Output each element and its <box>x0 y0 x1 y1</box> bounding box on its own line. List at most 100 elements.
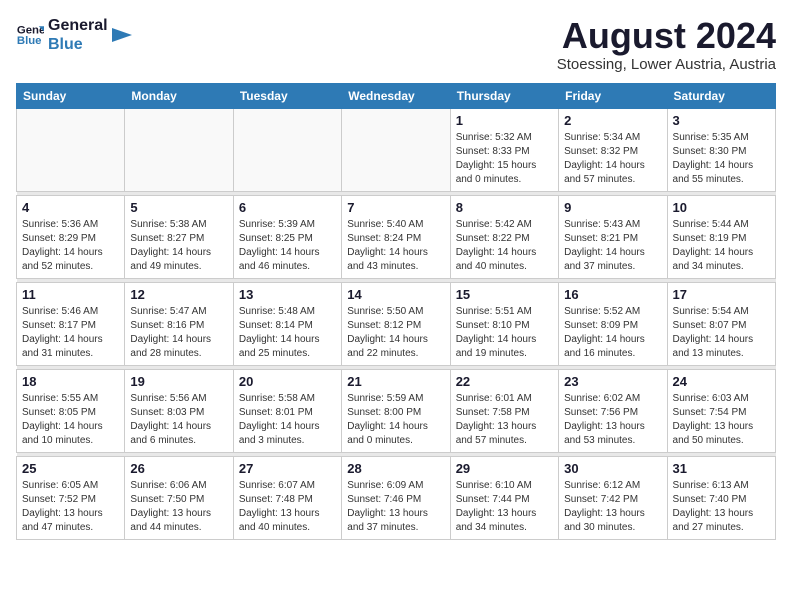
logo-blue: Blue <box>48 35 108 54</box>
day-info: Sunrise: 5:59 AM Sunset: 8:00 PM Dayligh… <box>347 392 444 448</box>
day-number: 28 <box>347 461 444 476</box>
day-number: 10 <box>673 200 770 215</box>
page-header: General Blue General Blue August 2024 St… <box>16 16 776 73</box>
header-wednesday: Wednesday <box>342 83 450 108</box>
calendar-cell-w1-d5: 1 Sunrise: 5:32 AM Sunset: 8:33 PM Daylig… <box>450 108 558 191</box>
day-info: Sunrise: 5:39 AM Sunset: 8:25 PM Dayligh… <box>239 218 336 274</box>
day-number: 26 <box>130 461 227 476</box>
day-number: 20 <box>239 374 336 389</box>
day-info: Sunrise: 5:40 AM Sunset: 8:24 PM Dayligh… <box>347 218 444 274</box>
calendar-cell-w5-d3: 27 Sunrise: 6:07 AM Sunset: 7:48 PM Dayli… <box>233 456 341 539</box>
header-sunday: Sunday <box>17 83 125 108</box>
day-info: Sunrise: 5:56 AM Sunset: 8:03 PM Dayligh… <box>130 392 227 448</box>
calendar-cell-w1-d3 <box>233 108 341 191</box>
calendar-cell-w5-d1: 25Sunrise: 6:05 AM Sunset: 7:52 PM Dayli… <box>17 456 125 539</box>
calendar-cell-w4-d2: 19 Sunrise: 5:56 AM Sunset: 8:03 PM Dayli… <box>125 369 233 452</box>
day-info: Sunrise: 5:32 AM Sunset: 8:33 PM Dayligh… <box>456 131 553 187</box>
day-info: Sunrise: 5:46 AM Sunset: 8:17 PM Dayligh… <box>22 305 119 361</box>
calendar-cell-w3-d7: 17Sunrise: 5:54 AM Sunset: 8:07 PM Dayli… <box>667 282 775 365</box>
day-number: 27 <box>239 461 336 476</box>
day-info: Sunrise: 5:35 AM Sunset: 8:30 PM Dayligh… <box>673 131 770 187</box>
calendar-header-row: Sunday Monday Tuesday Wednesday Thursday… <box>17 83 776 108</box>
calendar-week-3: 11 Sunrise: 5:46 AM Sunset: 8:17 PM Dayli… <box>17 282 776 365</box>
day-number: 2 <box>564 113 661 128</box>
calendar-cell-w5-d2: 26 Sunrise: 6:06 AM Sunset: 7:50 PM Dayli… <box>125 456 233 539</box>
day-number: 17 <box>673 287 770 302</box>
day-number: 5 <box>130 200 227 215</box>
logo: General Blue General Blue <box>16 16 132 54</box>
calendar-cell-w3-d3: 13Sunrise: 5:48 AM Sunset: 8:14 PM Dayli… <box>233 282 341 365</box>
calendar-cell-w4-d7: 24 Sunrise: 6:03 AM Sunset: 7:54 PM Dayli… <box>667 369 775 452</box>
header-tuesday: Tuesday <box>233 83 341 108</box>
day-number: 19 <box>130 374 227 389</box>
calendar-cell-w4-d3: 20 Sunrise: 5:58 AM Sunset: 8:01 PM Dayli… <box>233 369 341 452</box>
day-number: 29 <box>456 461 553 476</box>
calendar-cell-w5-d4: 28Sunrise: 6:09 AM Sunset: 7:46 PM Dayli… <box>342 456 450 539</box>
svg-text:Blue: Blue <box>17 35 42 47</box>
calendar-week-4: 18Sunrise: 5:55 AM Sunset: 8:05 PM Dayli… <box>17 369 776 452</box>
day-info: Sunrise: 5:36 AM Sunset: 8:29 PM Dayligh… <box>22 218 119 274</box>
day-info: Sunrise: 5:34 AM Sunset: 8:32 PM Dayligh… <box>564 131 661 187</box>
day-info: Sunrise: 5:42 AM Sunset: 8:22 PM Dayligh… <box>456 218 553 274</box>
day-info: Sunrise: 5:50 AM Sunset: 8:12 PM Dayligh… <box>347 305 444 361</box>
day-number: 4 <box>22 200 119 215</box>
calendar-cell-w3-d4: 14Sunrise: 5:50 AM Sunset: 8:12 PM Dayli… <box>342 282 450 365</box>
day-info: Sunrise: 5:58 AM Sunset: 8:01 PM Dayligh… <box>239 392 336 448</box>
location-subtitle: Stoessing, Lower Austria, Austria <box>557 56 776 73</box>
calendar-cell-w4-d1: 18Sunrise: 5:55 AM Sunset: 8:05 PM Dayli… <box>17 369 125 452</box>
calendar-cell-w4-d6: 23 Sunrise: 6:02 AM Sunset: 7:56 PM Dayli… <box>559 369 667 452</box>
day-info: Sunrise: 6:12 AM Sunset: 7:42 PM Dayligh… <box>564 479 661 535</box>
day-number: 1 <box>456 113 553 128</box>
calendar-cell-w2-d3: 6Sunrise: 5:39 AM Sunset: 8:25 PM Daylig… <box>233 195 341 278</box>
calendar-cell-w1-d1 <box>17 108 125 191</box>
day-number: 12 <box>130 287 227 302</box>
title-block: August 2024 Stoessing, Lower Austria, Au… <box>557 16 776 73</box>
header-monday: Monday <box>125 83 233 108</box>
logo-icon: General Blue <box>16 21 44 49</box>
day-info: Sunrise: 6:01 AM Sunset: 7:58 PM Dayligh… <box>456 392 553 448</box>
calendar-cell-w5-d5: 29 Sunrise: 6:10 AM Sunset: 7:44 PM Dayli… <box>450 456 558 539</box>
logo-arrow-icon <box>112 25 132 45</box>
day-info: Sunrise: 6:03 AM Sunset: 7:54 PM Dayligh… <box>673 392 770 448</box>
day-number: 3 <box>673 113 770 128</box>
day-number: 8 <box>456 200 553 215</box>
day-info: Sunrise: 5:43 AM Sunset: 8:21 PM Dayligh… <box>564 218 661 274</box>
day-info: Sunrise: 5:38 AM Sunset: 8:27 PM Dayligh… <box>130 218 227 274</box>
day-number: 11 <box>22 287 119 302</box>
day-info: Sunrise: 5:55 AM Sunset: 8:05 PM Dayligh… <box>22 392 119 448</box>
day-number: 15 <box>456 287 553 302</box>
calendar-cell-w1-d4 <box>342 108 450 191</box>
calendar-cell-w1-d6: 2 Sunrise: 5:34 AM Sunset: 8:32 PM Daylig… <box>559 108 667 191</box>
calendar-cell-w3-d1: 11 Sunrise: 5:46 AM Sunset: 8:17 PM Dayli… <box>17 282 125 365</box>
calendar-cell-w3-d6: 16Sunrise: 5:52 AM Sunset: 8:09 PM Dayli… <box>559 282 667 365</box>
calendar-cell-w2-d1: 4 Sunrise: 5:36 AM Sunset: 8:29 PM Daylig… <box>17 195 125 278</box>
logo-general: General <box>48 16 108 35</box>
day-info: Sunrise: 6:07 AM Sunset: 7:48 PM Dayligh… <box>239 479 336 535</box>
day-info: Sunrise: 6:13 AM Sunset: 7:40 PM Dayligh… <box>673 479 770 535</box>
calendar-cell-w4-d5: 22Sunrise: 6:01 AM Sunset: 7:58 PM Dayli… <box>450 369 558 452</box>
header-thursday: Thursday <box>450 83 558 108</box>
calendar-cell-w2-d4: 7 Sunrise: 5:40 AM Sunset: 8:24 PM Daylig… <box>342 195 450 278</box>
day-number: 23 <box>564 374 661 389</box>
day-info: Sunrise: 5:51 AM Sunset: 8:10 PM Dayligh… <box>456 305 553 361</box>
calendar-cell-w5-d6: 30 Sunrise: 6:12 AM Sunset: 7:42 PM Dayli… <box>559 456 667 539</box>
calendar-cell-w1-d2 <box>125 108 233 191</box>
day-info: Sunrise: 6:02 AM Sunset: 7:56 PM Dayligh… <box>564 392 661 448</box>
day-number: 25 <box>22 461 119 476</box>
calendar-cell-w2-d7: 10Sunrise: 5:44 AM Sunset: 8:19 PM Dayli… <box>667 195 775 278</box>
calendar-cell-w4-d4: 21Sunrise: 5:59 AM Sunset: 8:00 PM Dayli… <box>342 369 450 452</box>
calendar-cell-w2-d6: 9Sunrise: 5:43 AM Sunset: 8:21 PM Daylig… <box>559 195 667 278</box>
header-saturday: Saturday <box>667 83 775 108</box>
day-info: Sunrise: 6:06 AM Sunset: 7:50 PM Dayligh… <box>130 479 227 535</box>
calendar-week-5: 25Sunrise: 6:05 AM Sunset: 7:52 PM Dayli… <box>17 456 776 539</box>
day-number: 24 <box>673 374 770 389</box>
day-number: 7 <box>347 200 444 215</box>
header-friday: Friday <box>559 83 667 108</box>
day-info: Sunrise: 5:47 AM Sunset: 8:16 PM Dayligh… <box>130 305 227 361</box>
day-number: 30 <box>564 461 661 476</box>
day-info: Sunrise: 5:48 AM Sunset: 8:14 PM Dayligh… <box>239 305 336 361</box>
day-info: Sunrise: 6:10 AM Sunset: 7:44 PM Dayligh… <box>456 479 553 535</box>
calendar-cell-w5-d7: 31Sunrise: 6:13 AM Sunset: 7:40 PM Dayli… <box>667 456 775 539</box>
calendar-cell-w1-d7: 3 Sunrise: 5:35 AM Sunset: 8:30 PM Daylig… <box>667 108 775 191</box>
calendar-week-1: 1 Sunrise: 5:32 AM Sunset: 8:33 PM Daylig… <box>17 108 776 191</box>
